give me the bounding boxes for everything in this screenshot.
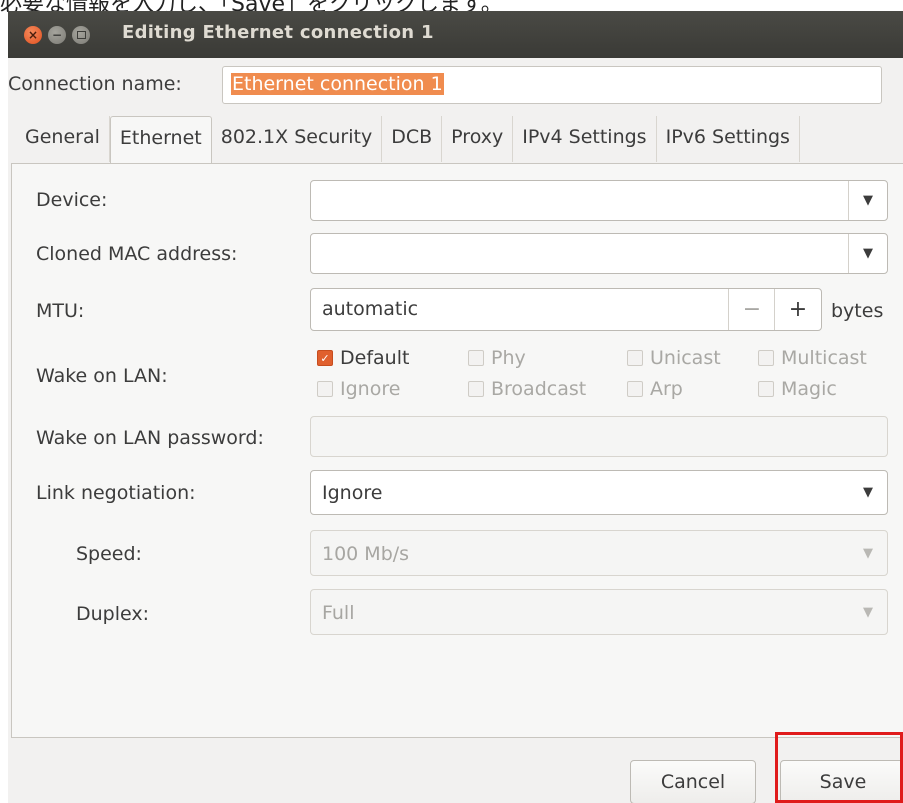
mtu-unit-label: bytes — [831, 300, 884, 322]
mtu-increment-button[interactable]: + — [774, 289, 821, 330]
wol-ignore-checkbox[interactable]: Ignore — [317, 378, 400, 400]
wol-default-checkbox[interactable]: ✓ Default — [317, 347, 409, 369]
wol-ignore-label: Ignore — [340, 378, 401, 400]
cancel-button[interactable]: Cancel — [630, 760, 756, 803]
wol-multicast-checkbox[interactable]: Multicast — [758, 347, 867, 369]
tab-general[interactable]: General — [16, 116, 110, 162]
wol-default-label: Default — [340, 347, 410, 369]
checkmark-icon: ✓ — [317, 350, 333, 366]
cloned-mac-combo[interactable]: ▼ — [310, 233, 888, 274]
tab-ipv4-settings[interactable]: IPv4 Settings — [513, 116, 657, 162]
duplex-value: Full — [322, 602, 355, 624]
mtu-value: automatic — [322, 298, 419, 320]
tab-ethernet[interactable]: Ethernet — [109, 116, 212, 164]
tab-dcb[interactable]: DCB — [382, 116, 443, 162]
device-combo[interactable]: ▼ — [310, 180, 888, 221]
duplex-combo: Full ▼ — [310, 589, 888, 635]
wol-arp-label: Arp — [650, 378, 683, 400]
link-negotiation-combo[interactable]: Ignore ▼ — [310, 470, 888, 515]
chevron-down-icon[interactable]: ▼ — [848, 181, 887, 220]
wol-multicast-label: Multicast — [781, 347, 867, 369]
chevron-down-icon: ▼ — [863, 545, 873, 561]
speed-value: 100 Mb/s — [322, 543, 410, 565]
wol-password-label: Wake on LAN password: — [36, 427, 264, 449]
tab-proxy[interactable]: Proxy — [442, 116, 514, 162]
wol-broadcast-label: Broadcast — [491, 378, 587, 400]
wol-password-field[interactable] — [310, 416, 888, 457]
wol-arp-checkbox[interactable]: Arp — [627, 378, 683, 400]
mtu-label: MTU: — [36, 300, 85, 322]
speed-label: Speed: — [76, 543, 142, 565]
connection-name-label: Connection name: — [8, 73, 182, 95]
wol-unicast-label: Unicast — [650, 347, 721, 369]
speed-combo: 100 Mb/s ▼ — [310, 530, 888, 576]
mtu-decrement-button[interactable]: − — [728, 289, 775, 330]
tab-ipv6-settings[interactable]: IPv6 Settings — [657, 116, 800, 162]
maximize-icon[interactable] — [72, 26, 90, 44]
mtu-spinbutton[interactable]: automatic − + — [310, 288, 822, 331]
device-label: Device: — [36, 189, 108, 211]
chevron-down-icon[interactable]: ▼ — [848, 234, 887, 273]
wol-magic-label: Magic — [781, 378, 837, 400]
link-negotiation-value: Ignore — [322, 482, 383, 504]
title-bar: × − Editing Ethernet connection 1 — [8, 11, 903, 58]
save-highlight-box — [775, 732, 903, 803]
wol-unicast-checkbox[interactable]: Unicast — [627, 347, 721, 369]
link-negotiation-label: Link negotiation: — [36, 482, 196, 504]
wol-phy-label: Phy — [491, 347, 526, 369]
tab-bar: General Ethernet 802.1X Security DCB Pro… — [16, 116, 800, 164]
tab-8021x-security[interactable]: 802.1X Security — [212, 116, 383, 162]
minimize-icon[interactable]: − — [48, 26, 66, 44]
duplex-label: Duplex: — [76, 603, 150, 625]
wake-on-lan-label: Wake on LAN: — [36, 365, 168, 387]
wol-magic-checkbox[interactable]: Magic — [758, 378, 837, 400]
connection-name-input[interactable]: Ethernet connection 1 — [222, 66, 882, 104]
chevron-down-icon: ▼ — [863, 604, 873, 620]
close-icon[interactable]: × — [24, 26, 42, 44]
connection-name-value: Ethernet connection 1 — [231, 73, 444, 95]
wol-phy-checkbox[interactable]: Phy — [468, 347, 526, 369]
window-title: Editing Ethernet connection 1 — [122, 22, 434, 43]
wol-broadcast-checkbox[interactable]: Broadcast — [468, 378, 586, 400]
chevron-down-icon[interactable]: ▼ — [849, 471, 887, 514]
cloned-mac-label: Cloned MAC address: — [36, 243, 238, 265]
edit-connection-dialog: × − Editing Ethernet connection 1 Connec… — [8, 11, 903, 803]
